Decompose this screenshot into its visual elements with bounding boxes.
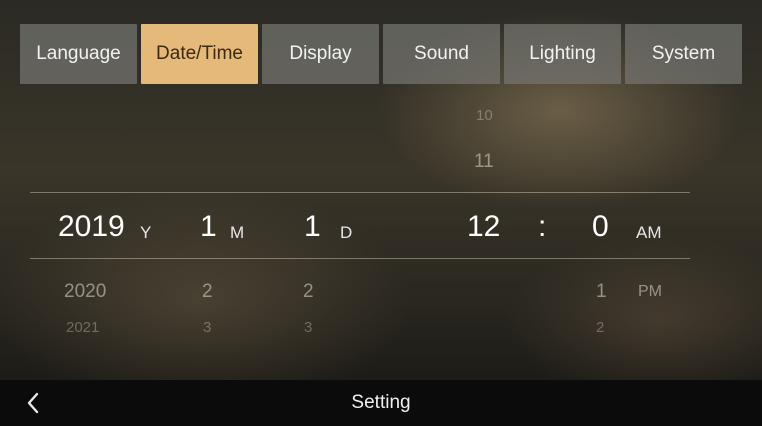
hour-selected[interactable]: 12 (467, 212, 500, 242)
minute-option-below-1[interactable]: 1 (596, 282, 607, 301)
day-unit: D (340, 223, 353, 242)
bottom-bar: Setting (0, 380, 762, 426)
year-selected[interactable]: 2019 (58, 212, 125, 242)
tab-lighting[interactable]: Lighting (504, 24, 621, 84)
day-option-below-2[interactable]: 3 (304, 320, 312, 335)
minute-option-below-2[interactable]: 2 (596, 320, 604, 335)
tab-language[interactable]: Language (20, 24, 137, 84)
page-title: Setting (351, 392, 411, 413)
month-option-below-1[interactable]: 2 (202, 282, 213, 301)
year-option-below-1[interactable]: 2020 (64, 282, 106, 301)
settings-tab-bar: Language Date/Time Display Sound Lightin… (20, 24, 742, 84)
minute-selected[interactable]: 0 (592, 212, 609, 242)
day-selected[interactable]: 1 (304, 212, 321, 242)
year-option-below-2[interactable]: 2021 (66, 320, 99, 335)
chevron-left-icon (27, 392, 39, 414)
day-option-below-1[interactable]: 2 (303, 282, 314, 301)
tab-sound[interactable]: Sound (383, 24, 500, 84)
month-option-below-2[interactable]: 3 (203, 320, 211, 335)
hour-option-above-1[interactable]: 11 (474, 152, 494, 171)
tab-system[interactable]: System (625, 24, 742, 84)
selection-bottom-divider (30, 258, 690, 259)
month-unit: M (230, 223, 245, 242)
year-unit: Y (140, 223, 152, 242)
ampm-option-below[interactable]: PM (638, 284, 662, 300)
month-selected[interactable]: 1 (200, 212, 217, 242)
selection-top-divider (30, 192, 690, 193)
tab-date-time[interactable]: Date/Time (141, 24, 258, 84)
back-button[interactable] (18, 388, 48, 418)
hour-option-above-2[interactable]: 10 (476, 108, 493, 123)
time-separator: : (538, 210, 547, 243)
ampm-selected[interactable]: AM (636, 224, 662, 241)
tab-display[interactable]: Display (262, 24, 379, 84)
